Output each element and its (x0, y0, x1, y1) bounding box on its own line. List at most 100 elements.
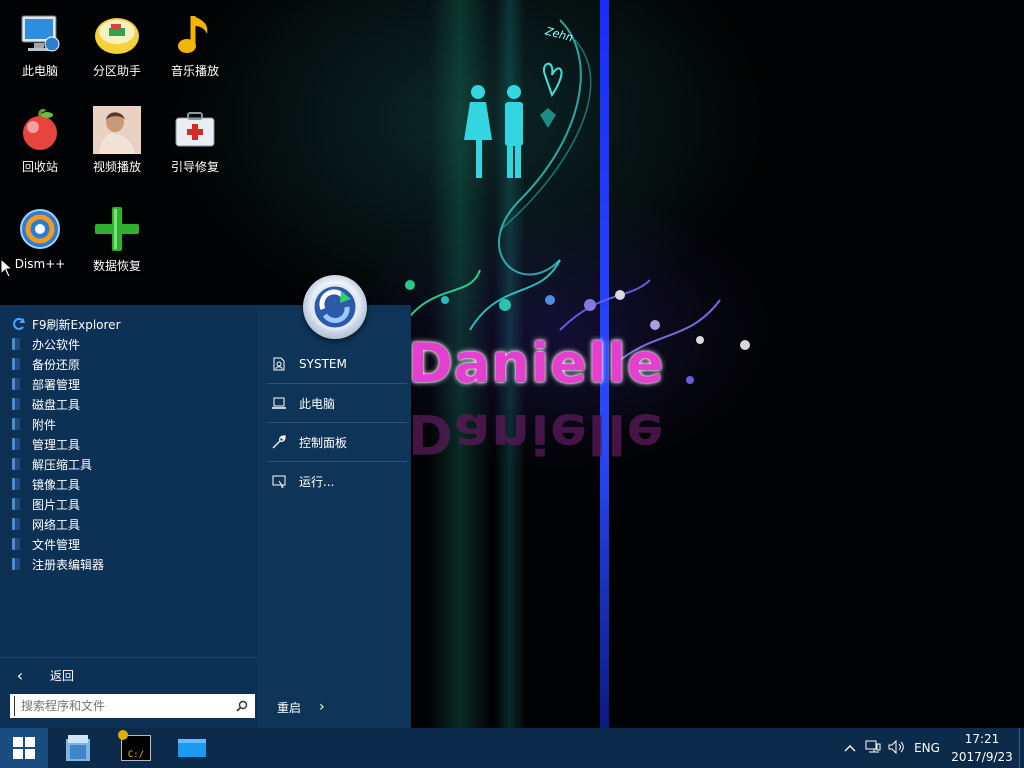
computer-icon (16, 10, 64, 58)
folder-icon (12, 538, 20, 550)
wrench-icon (267, 434, 291, 450)
refresh-icon (12, 317, 26, 331)
folder-item-backup[interactable]: 备份还原 (12, 354, 80, 374)
desktop-icon-label: 分区助手 (92, 64, 141, 78)
speaker-icon (888, 739, 906, 757)
green-plus-icon (93, 205, 141, 253)
restart-button[interactable]: 重启 › (277, 697, 397, 717)
folder-label: 解压缩工具 (32, 457, 93, 472)
desktop-icon-data-recovery[interactable]: 数据恢复 (79, 205, 155, 274)
folder-item-file-management[interactable]: 文件管理 (12, 534, 80, 554)
desktop-icon-boot-repair[interactable]: 引导修复 (157, 106, 233, 175)
wallpaper-brand-reflection: Danielle (408, 402, 665, 465)
folder-item-admin-tools[interactable]: 管理工具 (12, 434, 80, 454)
start-menu-app-list: F9刷新Explorer 办公软件 备份还原 部署管理 磁盘工具 附件 管理工具… (0, 305, 257, 728)
desktop-icon-label: 回收站 (21, 160, 58, 174)
desktop-icon-label: 数据恢复 (92, 259, 141, 273)
show-desktop-button[interactable] (1019, 728, 1024, 768)
folder-item-accessories[interactable]: 附件 (12, 414, 56, 434)
folder-label: 管理工具 (32, 437, 81, 452)
desktop-icon-music-player[interactable]: 音乐播放 (157, 10, 233, 79)
folder-icon (12, 398, 20, 410)
mouse-cursor-icon (0, 257, 14, 282)
clock-time: 17:21 (964, 732, 1000, 746)
user-avatar[interactable] (303, 275, 367, 339)
refresh-explorer-item[interactable]: F9刷新Explorer (12, 314, 121, 334)
restart-label: 重启 (277, 700, 302, 715)
taskbar-cmd-button[interactable]: C:/ (112, 728, 160, 768)
folder-label: 部署管理 (32, 377, 81, 392)
place-item-control-panel[interactable]: 控制面板 (267, 423, 407, 462)
taskbar-explorer-button[interactable] (54, 728, 102, 768)
folder-item-picture-tools[interactable]: 图片工具 (12, 494, 80, 514)
search-icon[interactable] (229, 700, 255, 712)
search-box (10, 694, 255, 718)
search-input[interactable] (14, 696, 230, 716)
desktop-icon-label: Dism++ (14, 257, 66, 271)
refresh-explorer-label: F9刷新Explorer (32, 317, 121, 332)
volume-button[interactable] (886, 728, 908, 768)
network-button[interactable] (862, 728, 884, 768)
chevron-up-icon (844, 741, 856, 755)
place-item-run[interactable]: 运行... (267, 462, 407, 500)
folder-label: 镜像工具 (32, 477, 81, 492)
folder-icon (12, 438, 20, 450)
desktop-icon-partition-assistant[interactable]: 分区助手 (79, 10, 155, 79)
taskbar-desktop-button[interactable] (168, 728, 216, 768)
desktop-icon-recycle-bin[interactable]: 回收站 (2, 106, 78, 175)
network-icon (865, 740, 881, 757)
folder-item-network-tools[interactable]: 网络工具 (12, 514, 80, 534)
start-menu: F9刷新Explorer 办公软件 备份还原 部署管理 磁盘工具 附件 管理工具… (0, 275, 411, 728)
folder-icon (12, 498, 20, 510)
folder-label: 图片工具 (32, 497, 81, 512)
folder-item-disk-tools[interactable]: 磁盘工具 (12, 394, 80, 414)
place-label: SYSTEM (299, 357, 347, 371)
taskbar-clock[interactable]: 17:21 2017/9/23 (944, 730, 1020, 766)
refresh-avatar-icon (311, 283, 359, 331)
place-label: 此电脑 (299, 396, 336, 411)
folder-item-archive-tools[interactable]: 解压缩工具 (12, 454, 92, 474)
desktop-icon-this-pc[interactable]: 此电脑 (2, 10, 78, 79)
wallpaper-brand-text: Danielle (408, 332, 665, 395)
start-menu-places: SYSTEM 此电脑 控制面板 运行... 重启 › (257, 305, 411, 728)
tray-expand-button[interactable] (840, 728, 860, 768)
folder-icon (12, 458, 20, 470)
back-button[interactable]: ‹ 返回 (0, 657, 257, 692)
desktop-icon-label: 音乐播放 (170, 64, 219, 78)
folder-item-registry-editor[interactable]: 注册表编辑器 (12, 554, 104, 574)
cmd-icon: C:/ (118, 730, 151, 761)
place-item-system[interactable]: SYSTEM (267, 345, 407, 384)
folder-label: 附件 (32, 417, 57, 432)
chevron-left-icon: ‹ (16, 665, 24, 685)
chevron-right-icon: › (319, 699, 325, 715)
desktop-icon-dism[interactable]: Dism++ (2, 205, 78, 271)
folder-icon (12, 478, 20, 490)
place-item-this-pc[interactable]: 此电脑 (267, 384, 407, 423)
folder-item-office[interactable]: 办公软件 (12, 334, 80, 354)
folder-item-deployment[interactable]: 部署管理 (12, 374, 80, 394)
language-indicator[interactable]: ENG (910, 728, 944, 768)
desktop-icon-label: 此电脑 (21, 64, 58, 78)
back-label: 返回 (50, 668, 75, 683)
folder-icon (12, 558, 20, 570)
folder-item-image-tools[interactable]: 镜像工具 (12, 474, 80, 494)
desktop-icon-label: 视频播放 (92, 160, 141, 174)
video-player-icon (93, 106, 141, 154)
folder-icon (12, 338, 20, 350)
folder-label: 备份还原 (32, 357, 81, 372)
laptop-icon (267, 396, 291, 410)
place-label: 运行... (299, 474, 335, 489)
music-note-icon (171, 10, 219, 58)
desktop-icon-video-player[interactable]: 视频播放 (79, 106, 155, 175)
desktop-icon-label: 引导修复 (170, 160, 219, 174)
folder-label: 办公软件 (32, 337, 81, 352)
windows-logo-icon (13, 737, 35, 759)
start-button[interactable] (0, 728, 48, 768)
folder-icon (12, 378, 20, 390)
run-icon (267, 473, 291, 489)
folder-icon (12, 518, 20, 530)
folder-label: 注册表编辑器 (32, 557, 105, 572)
first-aid-kit-icon (171, 106, 219, 154)
partition-assistant-icon (93, 10, 141, 58)
user-folder-icon (267, 356, 291, 372)
